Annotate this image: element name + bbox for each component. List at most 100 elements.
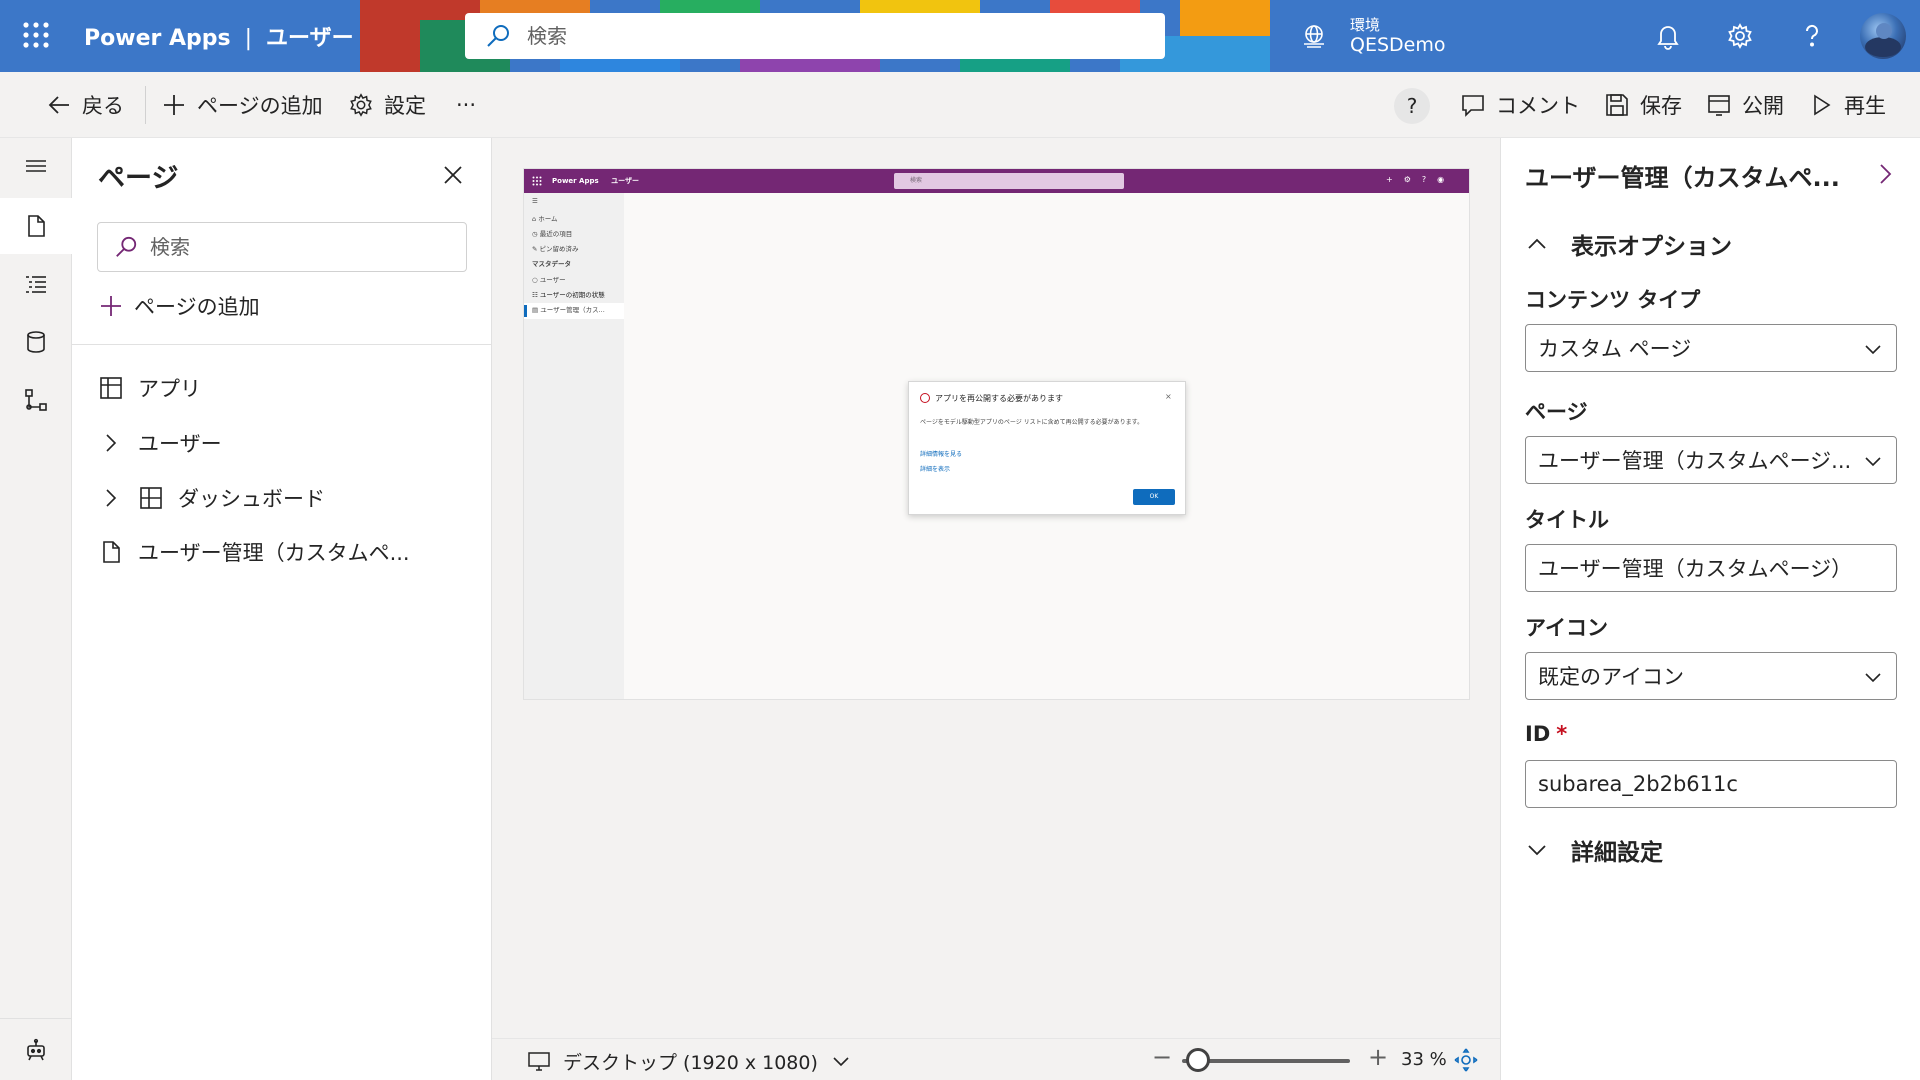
preview-nav-users: ○ ユーザー	[532, 276, 566, 284]
rail-flows-button[interactable]	[0, 372, 72, 428]
tree-item-dashboard[interactable]: ダッシュボード	[98, 478, 325, 518]
zoom-slider-thumb[interactable]	[1186, 1048, 1210, 1072]
advanced-settings-label: 詳細設定	[1571, 840, 1663, 866]
play-label: 再生	[1844, 94, 1886, 118]
chevron-right-icon[interactable]	[1873, 162, 1897, 186]
fit-to-screen-icon[interactable]	[1454, 1048, 1478, 1072]
add-page-button[interactable]: ページの追加	[161, 85, 323, 125]
hamburger-menu-button[interactable]	[0, 138, 72, 194]
gear-icon	[350, 93, 372, 117]
hamburger-icon	[26, 160, 46, 172]
tree-item-users[interactable]: ユーザー	[98, 423, 222, 463]
title-label: タイトル	[1525, 508, 1609, 532]
play-button[interactable]: 再生	[1808, 85, 1886, 125]
environment-label: 環境	[1350, 15, 1381, 34]
pages-add-page-label: ページの追加	[134, 295, 260, 319]
display-options-section-toggle[interactable]: 表示オプション	[1525, 226, 1732, 262]
display-options-label: 表示オプション	[1571, 234, 1732, 260]
device-selector[interactable]: デスクトップ (1920 x 1080)	[527, 1047, 852, 1075]
user-avatar[interactable]	[1860, 13, 1906, 59]
zoom-in-button[interactable]: +	[1368, 1043, 1388, 1071]
close-icon[interactable]	[440, 162, 466, 188]
comment-label: コメント	[1496, 94, 1580, 118]
global-search-box[interactable]	[465, 13, 1165, 59]
properties-title: ユーザー管理（カスタムペ...	[1525, 164, 1840, 192]
settings-gear-icon[interactable]	[1726, 22, 1754, 50]
preview-error-icon	[920, 393, 930, 403]
comment-button[interactable]: コメント	[1460, 85, 1580, 125]
save-button[interactable]: 保存	[1604, 85, 1682, 125]
pages-search-input[interactable]	[150, 235, 450, 259]
command-divider	[145, 86, 146, 124]
title-field[interactable]	[1525, 544, 1897, 592]
brand-name: Power Apps	[84, 26, 231, 51]
bot-icon	[27, 1038, 45, 1060]
id-label-text: ID	[1525, 722, 1551, 746]
environment-picker[interactable]: 環境 QESDemo	[1300, 8, 1500, 64]
chevron-down-icon	[1528, 845, 1546, 856]
copilot-button[interactable]	[0, 1018, 72, 1080]
content-type-value: カスタム ページ	[1538, 337, 1692, 361]
database-icon	[27, 331, 45, 353]
tree-item-user-management[interactable]: ユーザー管理（カスタムペ...	[98, 532, 410, 572]
preview-nav-home: ⌂ ホーム	[532, 215, 558, 223]
flow-icon	[25, 389, 47, 411]
page-icon	[103, 541, 120, 563]
zoom-out-button[interactable]: −	[1152, 1043, 1172, 1071]
id-input[interactable]	[1538, 772, 1878, 796]
more-options-button[interactable]: ···	[456, 85, 476, 125]
save-label: 保存	[1640, 94, 1682, 118]
content-type-dropdown[interactable]: カスタム ページ	[1525, 324, 1897, 372]
preview-dialog-close-icon: ×	[1165, 392, 1172, 401]
command-bar: 戻る ページの追加 設定 ··· ? コメント 保存 公開 再生	[0, 72, 1920, 138]
command-help-label: ?	[1406, 94, 1418, 118]
page-dropdown[interactable]: ユーザー管理（カスタムページ...	[1525, 436, 1897, 484]
pages-add-page-button[interactable]: ページの追加	[98, 288, 260, 324]
notifications-bell-icon[interactable]	[1654, 22, 1682, 50]
chevron-right-icon	[106, 434, 117, 452]
rail-data-button[interactable]	[0, 314, 72, 370]
search-icon	[116, 236, 137, 257]
chevron-up-icon	[1528, 238, 1546, 249]
tree-item-app[interactable]: アプリ	[98, 368, 201, 408]
arrow-left-icon	[48, 96, 69, 114]
required-marker: *	[1556, 722, 1568, 746]
advanced-settings-section-toggle[interactable]: 詳細設定	[1525, 832, 1663, 868]
pages-divider	[72, 344, 492, 345]
environment-name: QESDemo	[1350, 33, 1446, 56]
id-label: ID *	[1525, 722, 1567, 746]
preview-sidebar: ☰ ⌂ ホーム ◷ 最近の項目 ✎ ピン留め済み マスタデータ ○ ユーザー ☷…	[524, 193, 624, 699]
icon-dropdown[interactable]: 既定のアイコン	[1525, 652, 1897, 700]
preview-nav-recent: ◷ 最近の項目	[532, 230, 573, 238]
settings-label: 設定	[384, 94, 426, 118]
rail-pages-button[interactable]	[0, 198, 72, 254]
preview-hamburger-icon: ☰	[532, 197, 538, 205]
app-title: ユーザー	[266, 26, 354, 51]
chevron-right-icon	[106, 489, 117, 507]
preview-dialog-link-details: 詳細を表示	[920, 466, 951, 473]
page-value: ユーザー管理（カスタムページ...	[1538, 449, 1852, 473]
command-help-button[interactable]: ?	[1394, 88, 1430, 124]
help-question-icon[interactable]	[1798, 22, 1826, 50]
back-button[interactable]: 戻る	[46, 85, 124, 125]
pages-search-box[interactable]	[97, 222, 467, 272]
chevron-down-icon	[1865, 673, 1881, 683]
back-label: 戻る	[82, 94, 124, 118]
id-field[interactable]	[1525, 760, 1897, 808]
preview-dialog-ok-button: OK	[1133, 489, 1175, 505]
preview-app-title: ユーザー	[611, 177, 639, 185]
preview-header: Power Apps ユーザー 検索 +⚙?◉	[524, 169, 1469, 193]
preview-dialog-body: ページをモデル駆動型アプリのページ リストに含めて再公開する必要があります。	[920, 419, 1144, 426]
rail-navigation-button[interactable]	[0, 256, 72, 312]
app-preview[interactable]: Power Apps ユーザー 検索 +⚙?◉ ☰ ⌂ ホーム ◷ 最近の項目 …	[523, 168, 1470, 700]
global-search-input[interactable]	[527, 24, 1127, 48]
tree-item-label: ユーザー管理（カスタムペ...	[138, 541, 410, 565]
settings-button[interactable]: 設定	[348, 85, 426, 125]
publish-button[interactable]: 公開	[1706, 85, 1784, 125]
save-icon	[1606, 94, 1628, 116]
tree-item-label: ダッシュボード	[178, 487, 325, 511]
device-label: デスクトップ (1920 x 1080)	[563, 1051, 818, 1074]
title-input[interactable]	[1538, 556, 1878, 580]
app-launcher-icon[interactable]	[22, 21, 50, 49]
design-canvas: Power Apps ユーザー 検索 +⚙?◉ ☰ ⌂ ホーム ◷ 最近の項目 …	[492, 138, 1500, 1080]
